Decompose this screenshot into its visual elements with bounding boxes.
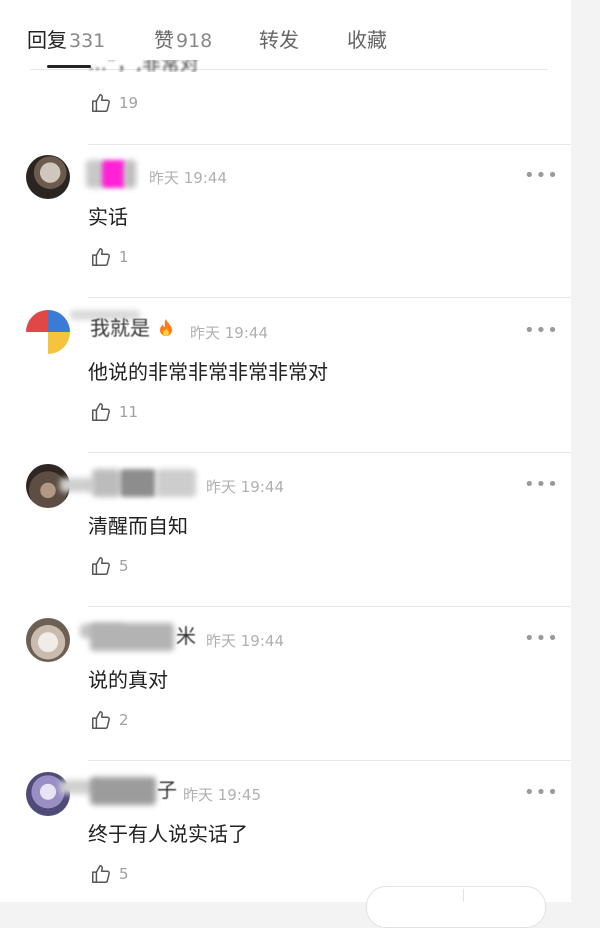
tab-replies-label: 回复	[27, 28, 67, 52]
user-name-redacted	[124, 160, 136, 188]
more-dots-icon[interactable]: •••	[524, 476, 559, 494]
more-dots-icon[interactable]: •••	[524, 167, 559, 185]
thumbs-up-icon	[92, 94, 110, 112]
comment-text: 终于有人说实话了	[88, 822, 248, 846]
comment-item: 米 昨天 19:44 ••• 说的真对 2	[0, 608, 571, 762]
comment-text: 他说的非常非常非常非常对	[88, 360, 328, 384]
tab-likes-label: 赞	[154, 28, 174, 52]
comment-divider	[88, 606, 571, 607]
floating-action-bar[interactable]	[366, 886, 546, 928]
user-name[interactable]: 子	[157, 774, 177, 803]
comment-divider	[88, 452, 571, 453]
tab-reposts[interactable]: 转发	[259, 24, 299, 53]
tab-bar: 回复 331 赞 918 转发 收藏	[0, 0, 571, 70]
thumbs-up-icon	[92, 711, 110, 729]
more-dots-icon[interactable]: •••	[524, 630, 559, 648]
like-count: 1	[119, 248, 129, 266]
comment-item: 我就是 昨天 19:44 ••• 他说的非常非常非常非常对 11	[0, 300, 571, 454]
thumbs-up-icon	[92, 557, 110, 575]
tab-replies-count: 331	[69, 30, 106, 52]
comment-time: 昨天 19:44	[206, 478, 284, 496]
comment-text: 说的真对	[88, 668, 168, 692]
like-button[interactable]: 5	[90, 554, 129, 578]
active-tab-indicator	[47, 65, 91, 68]
comment-item: 昨天 19:44 ••• 清醒而自知 5	[0, 454, 571, 608]
tab-reposts-label: 转发	[259, 28, 299, 52]
user-name-redacted	[156, 469, 196, 497]
fire-icon	[160, 319, 172, 336]
comment-panel: 回复 331 赞 918 转发 收藏 …”，,非常对 19 昨天 19:44 •••…	[0, 0, 571, 928]
partial-comment-fragment: …”，,非常对	[88, 60, 199, 72]
user-name[interactable]: 我就是	[90, 312, 150, 341]
thumbs-up-icon	[92, 865, 110, 883]
partial-comment-text: …”，,非常对	[88, 60, 238, 72]
comment-text: 实话	[88, 205, 128, 229]
comment-time: 昨天 19:45	[183, 786, 261, 804]
like-count: 11	[119, 403, 139, 421]
avatar[interactable]	[26, 310, 70, 354]
comment-item: 昨天 19:44 ••• 实话 1	[0, 145, 571, 299]
floating-action-divider	[463, 889, 464, 902]
user-name-redacted	[90, 777, 156, 805]
like-count: 2	[119, 711, 129, 729]
user-name[interactable]: 米	[176, 620, 196, 649]
comment-text: 清醒而自知	[88, 514, 188, 538]
user-name-redacted	[60, 478, 94, 492]
user-name-redacted	[92, 469, 120, 497]
tab-favorites[interactable]: 收藏	[347, 24, 387, 53]
like-button[interactable]: 2	[90, 708, 129, 732]
like-button[interactable]: 11	[90, 400, 138, 424]
tab-likes[interactable]: 赞 918	[154, 24, 212, 53]
avatar[interactable]	[26, 618, 70, 662]
comment-divider	[88, 760, 571, 761]
thumbs-up-icon	[92, 248, 110, 266]
comment-time: 昨天 19:44	[206, 632, 284, 650]
like-count: 5	[119, 557, 129, 575]
comment-divider	[88, 297, 571, 298]
tab-replies[interactable]: 回复 331	[27, 24, 105, 53]
more-dots-icon[interactable]: •••	[524, 322, 559, 340]
comment-time: 昨天 19:44	[190, 324, 268, 342]
user-name-redacted	[90, 623, 174, 651]
like-count: 19	[119, 94, 139, 112]
thumbs-up-icon	[92, 403, 110, 421]
user-name-redacted	[102, 160, 126, 188]
tab-likes-count: 918	[176, 30, 213, 52]
like-button[interactable]: 5	[90, 862, 129, 886]
like-button[interactable]: 19	[90, 91, 138, 115]
avatar[interactable]	[26, 155, 70, 199]
more-dots-icon[interactable]: •••	[524, 784, 559, 802]
user-name-redacted	[120, 469, 156, 497]
comment-time: 昨天 19:44	[149, 169, 227, 187]
like-count: 5	[119, 865, 129, 883]
avatar[interactable]	[26, 772, 70, 816]
tab-favorites-label: 收藏	[347, 28, 387, 52]
like-button[interactable]: 1	[90, 245, 129, 269]
